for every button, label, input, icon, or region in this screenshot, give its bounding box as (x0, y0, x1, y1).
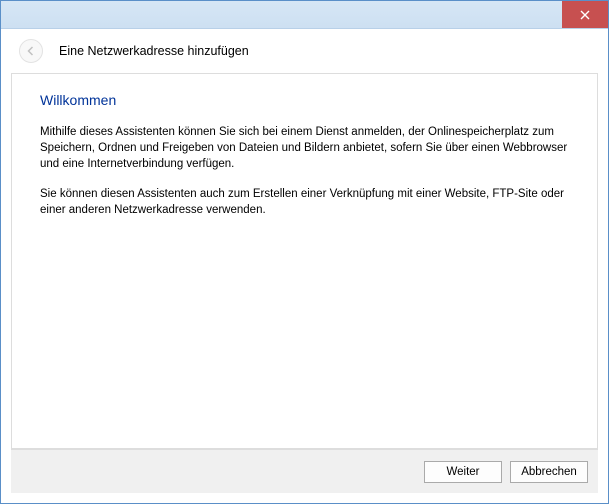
wizard-window: Eine Netzwerkadresse hinzufügen Willkomm… (0, 0, 609, 504)
wizard-title: Eine Netzwerkadresse hinzufügen (59, 44, 249, 58)
wizard-header: Eine Netzwerkadresse hinzufügen (1, 29, 608, 73)
close-button[interactable] (562, 1, 608, 28)
back-button (19, 39, 43, 63)
page-heading: Willkommen (40, 92, 569, 108)
intro-paragraph-2: Sie können diesen Assistenten auch zum E… (40, 186, 569, 218)
titlebar (1, 1, 608, 29)
next-button[interactable]: Weiter (424, 461, 502, 483)
intro-paragraph-1: Mithilfe dieses Assistenten können Sie s… (40, 124, 569, 172)
content-panel: Willkommen Mithilfe dieses Assistenten k… (11, 73, 598, 449)
button-row: Weiter Abbrechen (11, 449, 598, 493)
close-icon (580, 10, 590, 20)
arrow-left-icon (25, 45, 37, 57)
cancel-button[interactable]: Abbrechen (510, 461, 588, 483)
content-wrapper: Willkommen Mithilfe dieses Assistenten k… (1, 73, 608, 503)
